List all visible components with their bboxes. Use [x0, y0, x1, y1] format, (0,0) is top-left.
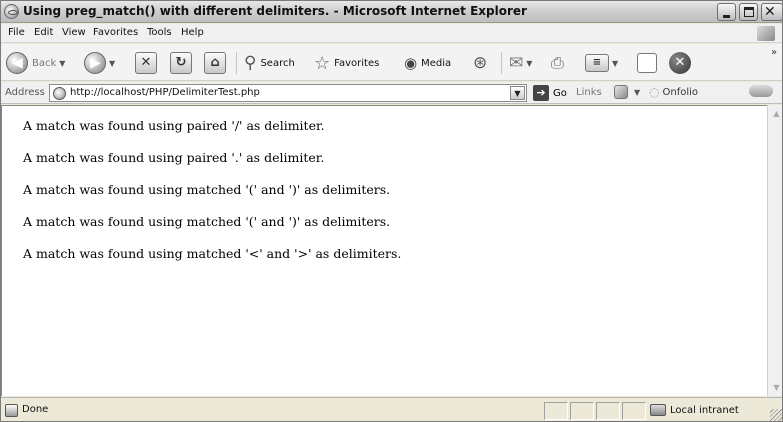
status-panel [622, 402, 646, 420]
status-panel [544, 402, 568, 420]
addon-icon [614, 85, 628, 99]
mail-dropdown-icon[interactable]: ▼ [526, 59, 532, 68]
vertical-scrollbar[interactable]: ▲ ▼ [767, 105, 782, 396]
forward-button[interactable]: ▶ ▼ [84, 51, 115, 75]
result-line: A match was found using matched '(' and … [23, 214, 391, 229]
messenger-button[interactable]: ✕ [669, 51, 691, 75]
menu-edit[interactable]: Edit [34, 27, 53, 38]
messenger-icon: ✕ [669, 52, 691, 74]
go-button[interactable]: ➔ Go [533, 85, 567, 101]
result-line: A match was found using matched '<' and … [23, 246, 402, 261]
onfolio-label: Onfolio [662, 86, 699, 98]
edit-dropdown-icon[interactable]: ▼ [612, 59, 618, 68]
back-button[interactable]: ◀ Back ▼ [6, 51, 65, 75]
close-icon: ✕ [764, 4, 776, 20]
mail-button[interactable]: ✉ ▼ [509, 51, 532, 75]
address-label: Address [5, 87, 45, 98]
address-dropdown-icon[interactable]: ▼ [510, 86, 525, 100]
mail-icon: ✉ [509, 53, 524, 73]
favorites-button[interactable]: ☆ Favorites [314, 51, 379, 75]
addon-dropdown-icon[interactable]: ▼ [634, 88, 640, 97]
toolbar-separator [501, 52, 502, 74]
security-zone[interactable]: Local intranet [650, 404, 739, 416]
history-icon: ⊛ [473, 53, 488, 73]
maximize-icon [744, 7, 754, 17]
menu-bar: File Edit View Favorites Tools Help [1, 24, 782, 43]
scroll-up-icon[interactable]: ▲ [769, 106, 782, 121]
refresh-button[interactable]: ↻ [170, 51, 192, 75]
home-button[interactable]: ⌂ [204, 51, 226, 75]
print-icon: ⎙ [551, 53, 564, 72]
onfolio-icon: ◌ [649, 85, 660, 99]
menu-tools[interactable]: Tools [147, 27, 172, 38]
address-input[interactable]: http://localhost/PHP/DelimiterTest.php ▼ [49, 84, 527, 102]
stop-icon: ✕ [135, 52, 157, 74]
forward-arrow-icon: ▶ [84, 52, 106, 74]
media-button[interactable]: ◉ Media [404, 51, 451, 75]
status-text: Done [22, 404, 49, 415]
result-line: A match was found using paired '.' as de… [23, 150, 325, 165]
status-bar: Done Local intranet [1, 397, 782, 421]
status-panel [570, 402, 594, 420]
page-done-icon [5, 404, 18, 417]
go-arrow-icon: ➔ [533, 85, 549, 101]
discuss-icon [637, 53, 657, 73]
search-label: Search [260, 57, 295, 69]
address-url[interactable]: http://localhost/PHP/DelimiterTest.php [70, 87, 260, 98]
tools-addon-button[interactable]: ▼ [614, 85, 640, 99]
refresh-icon: ↻ [170, 52, 192, 74]
back-arrow-icon: ◀ [6, 52, 28, 74]
window-title: Using preg_match() with different delimi… [23, 4, 527, 18]
favorites-label: Favorites [334, 57, 380, 69]
maximize-button[interactable] [739, 3, 758, 21]
minimize-icon [723, 15, 730, 18]
back-dropdown-icon[interactable]: ▼ [59, 59, 65, 68]
menu-file[interactable]: File [8, 27, 25, 38]
menu-view[interactable]: View [62, 27, 86, 38]
discuss-button[interactable] [637, 51, 657, 75]
search-icon: ⚲ [244, 53, 257, 73]
back-label: Back [32, 57, 57, 69]
edit-button[interactable]: ≡ ▼ [585, 51, 618, 75]
windows-logo-icon [757, 26, 775, 41]
media-label: Media [421, 57, 452, 69]
ie-logo-icon [4, 4, 19, 19]
menu-help[interactable]: Help [181, 27, 204, 38]
addon-extra-icon [749, 85, 773, 97]
stop-button[interactable]: ✕ [135, 51, 157, 75]
edit-page-icon: ≡ [585, 54, 609, 72]
page-content: A match was found using paired '/' as de… [1, 105, 767, 396]
close-button[interactable]: ✕ [761, 3, 782, 21]
history-button[interactable]: ⊛ [473, 51, 487, 75]
menu-favorites[interactable]: Favorites [93, 27, 138, 38]
status-panel [596, 402, 620, 420]
result-line: A match was found using paired '/' as de… [23, 118, 325, 133]
forward-dropdown-icon[interactable]: ▼ [109, 59, 115, 68]
links-label[interactable]: Links [576, 87, 602, 98]
onfolio-button[interactable]: ◌ Onfolio [649, 85, 698, 99]
toolbar-separator [236, 52, 237, 74]
address-bar: Address http://localhost/PHP/DelimiterTe… [1, 82, 782, 104]
result-line: A match was found using matched '(' and … [23, 182, 391, 197]
extra-addon-button[interactable] [749, 85, 773, 97]
page-icon [53, 87, 66, 100]
go-label: Go [553, 87, 567, 99]
search-button[interactable]: ⚲ Search [244, 51, 295, 75]
media-icon: ◉ [404, 54, 418, 72]
resize-grip-icon[interactable] [770, 409, 782, 421]
zone-label: Local intranet [670, 404, 739, 416]
favorites-star-icon: ☆ [314, 52, 331, 74]
browser-window: Using preg_match() with different delimi… [0, 0, 783, 422]
standard-toolbar: ◀ Back ▼ ▶ ▼ ✕ ↻ ⌂ ⚲ Search ☆ Favorites … [1, 44, 782, 81]
intranet-icon [650, 404, 666, 416]
toolbar-overflow-icon[interactable]: » [771, 47, 777, 58]
home-icon: ⌂ [204, 52, 226, 74]
title-bar: Using preg_match() with different delimi… [1, 1, 782, 23]
minimize-button[interactable] [717, 3, 736, 21]
print-button[interactable]: ⎙ [551, 51, 564, 75]
scroll-down-icon[interactable]: ▼ [769, 380, 782, 395]
